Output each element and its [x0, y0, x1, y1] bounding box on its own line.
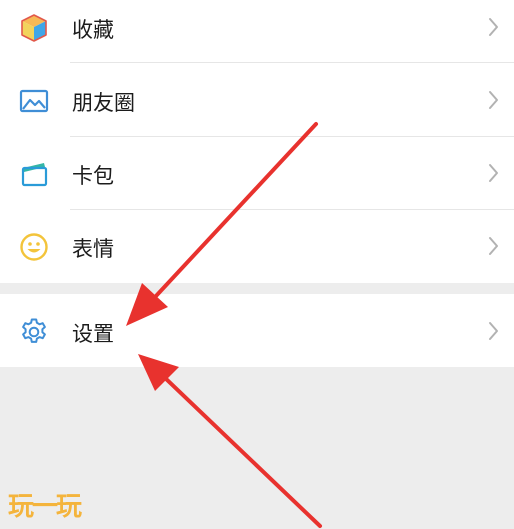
menu-item-moments[interactable]: 朋友圈	[0, 63, 514, 136]
menu-item-favorites-label: 收藏	[72, 18, 114, 42]
favorites-cube-icon	[21, 14, 47, 42]
menu-item-card-wallet-label: 卡包	[72, 164, 114, 188]
watermark-text: 玩一玩	[8, 492, 82, 522]
gear-icon	[22, 318, 46, 343]
menu-group-main: 收藏 朋友圈 卡包 表情	[0, 0, 514, 283]
menu-group-settings: 设置	[0, 294, 514, 367]
menu-item-moments-label: 朋友圈	[72, 91, 135, 115]
menu-item-settings-label: 设置	[72, 322, 114, 346]
sticker-smiley-icon	[20, 233, 48, 261]
chevron-right-icon	[489, 322, 498, 340]
menu-item-stickers[interactable]: 表情	[0, 209, 514, 282]
menu-item-favorites[interactable]: 收藏	[0, 0, 514, 63]
menu-item-settings[interactable]: 设置	[0, 294, 514, 367]
chevron-right-icon	[489, 91, 498, 109]
menu-item-stickers-label: 表情	[72, 237, 114, 261]
card-wallet-icon	[21, 163, 48, 187]
moments-picture-icon	[19, 89, 49, 113]
chevron-right-icon	[489, 18, 498, 36]
chevron-right-icon	[489, 164, 498, 182]
menu-item-card-wallet[interactable]: 卡包	[0, 136, 514, 209]
annotation-arrow-lower	[138, 354, 322, 528]
chevron-right-icon	[489, 237, 498, 255]
watermark-logo: 玩一玩	[8, 492, 104, 522]
